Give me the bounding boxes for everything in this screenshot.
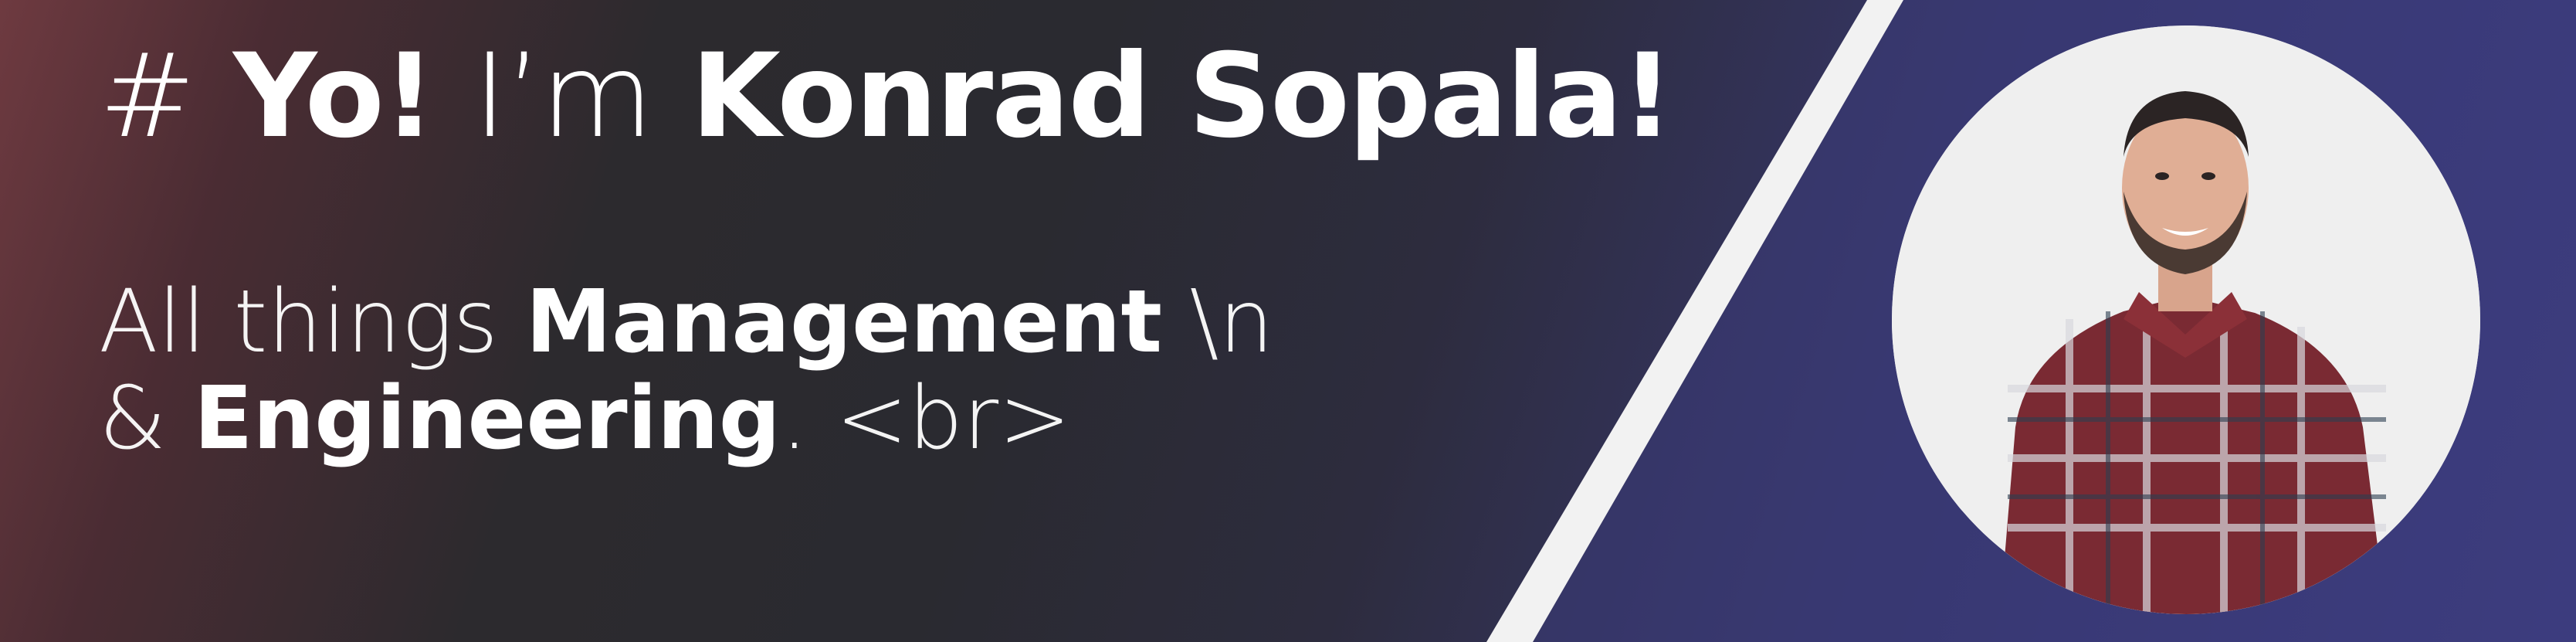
intro-text: I’m bbox=[473, 29, 653, 164]
tagline: All things Management \n & Engineering. … bbox=[99, 272, 1274, 468]
tagline-line-1: All things Management \n bbox=[99, 272, 1274, 372]
profile-banner: # Yo! I’m Konrad Sopala! All things Mana… bbox=[0, 0, 2576, 642]
avatar bbox=[1892, 25, 2480, 614]
tagline-line-2: & Engineering. <br> bbox=[99, 371, 1273, 467]
tagline-ampersand: & bbox=[99, 369, 167, 470]
greeting: Yo! bbox=[232, 29, 436, 164]
tagline-management: Management bbox=[525, 272, 1163, 372]
tagline-engineering: Engineering bbox=[193, 369, 781, 470]
author-name: Konrad Sopala! bbox=[690, 29, 1674, 164]
hash-symbol: # bbox=[99, 29, 196, 164]
tagline-newline-token: \n bbox=[1189, 272, 1274, 372]
page-title: # Yo! I’m Konrad Sopala! bbox=[99, 39, 1674, 155]
tagline-br-token: . <br> bbox=[780, 369, 1071, 470]
tagline-prefix-1: All things bbox=[99, 272, 499, 372]
portrait-photo bbox=[1892, 25, 2480, 614]
